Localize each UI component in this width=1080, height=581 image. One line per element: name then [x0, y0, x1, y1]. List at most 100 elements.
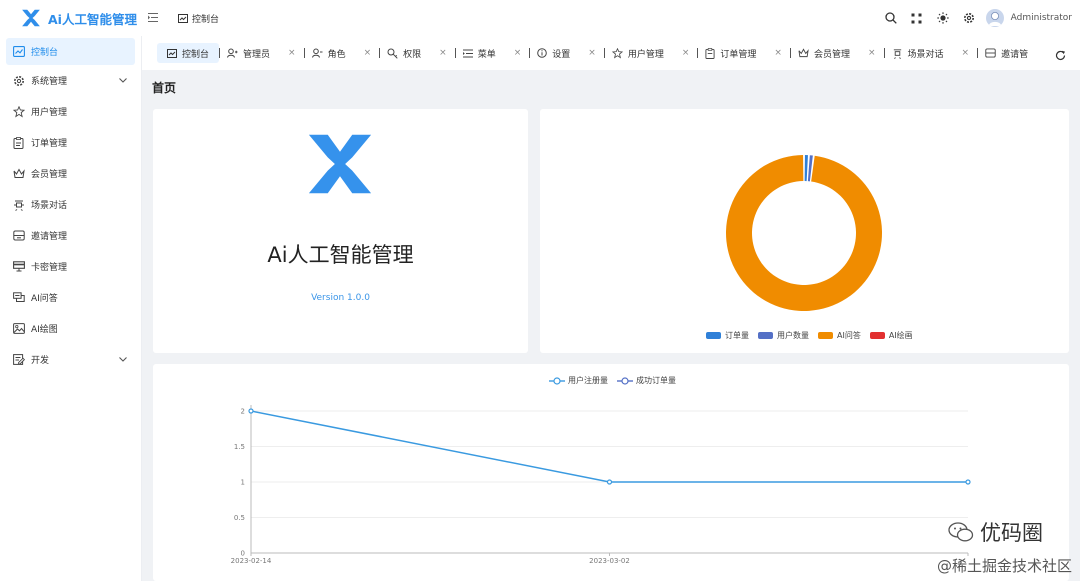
y-tick-label: 1.5: [234, 443, 245, 451]
gear-icon: [13, 75, 25, 87]
close-icon[interactable]: ×: [682, 48, 690, 58]
key-icon: [387, 48, 398, 59]
sidebar-item-label: 开发: [31, 356, 50, 366]
tab-bar: 控制台 管理员 × 角色 × 权限 × 菜单 × 设置 × 用户管理 × 订单管…: [142, 36, 1080, 70]
x-tick-label: 2023-03-02: [589, 557, 630, 565]
role-icon: [311, 48, 323, 58]
tab-label: 权限: [403, 49, 422, 60]
donut-chart: [726, 155, 882, 311]
tab-invites[interactable]: 邀请管: [977, 43, 1036, 63]
brand-name: Ai人工智能管理: [267, 243, 414, 267]
sidebar-item-system[interactable]: 系统管理: [0, 65, 141, 96]
tab-dashboard[interactable]: 控制台: [157, 43, 220, 63]
data-point[interactable]: [248, 408, 254, 414]
legend-item[interactable]: 订单量: [706, 330, 749, 341]
legend-swatch: [818, 332, 833, 339]
sidebar-item-cards[interactable]: 卡密管理: [0, 251, 141, 282]
donut-slice[interactable]: [726, 155, 882, 311]
sidebar-item-label: 邀请管理: [31, 232, 68, 242]
logo-area[interactable]: Ai人工智能管理: [0, 8, 142, 28]
close-icon[interactable]: ×: [774, 48, 782, 58]
legend-item[interactable]: 用户数量: [758, 330, 809, 341]
app-root: { "header": { "logo_text": "Ai人工智能管理", "…: [0, 0, 1080, 581]
fullscreen-icon[interactable]: [904, 5, 930, 31]
tab-settings[interactable]: 设置 ×: [529, 43, 604, 63]
y-tick-label: 2: [241, 408, 245, 416]
crown-icon: [798, 48, 809, 58]
legend-label: 订单量: [725, 331, 749, 340]
data-point[interactable]: [965, 479, 971, 485]
donut-slice[interactable]: [804, 155, 808, 182]
legend-label: AI问答: [837, 331, 861, 340]
sidebar-item-scenes[interactable]: 场景对话: [0, 189, 141, 220]
sidebar-item-dashboard[interactable]: 控制台: [6, 38, 135, 65]
tab-scenes[interactable]: 场景对话 ×: [883, 43, 978, 63]
close-icon[interactable]: ×: [588, 48, 596, 58]
logo-icon: [20, 8, 42, 28]
refresh-icon[interactable]: [1055, 46, 1066, 65]
close-icon[interactable]: ×: [439, 48, 447, 58]
tab-users[interactable]: 用户管理 ×: [603, 43, 698, 63]
image-icon: [13, 322, 25, 335]
line-chart-card: 用户注册量 成功订单量 0 0.5 1 1.5 2 2023-02-14 2023-03-02: [153, 364, 1069, 581]
watermark-main: 优码圈: [948, 517, 1043, 547]
tab-label: 控制台: [182, 49, 210, 60]
tab-roles[interactable]: 角色 ×: [303, 43, 380, 63]
sidebar-item-ai-draw[interactable]: AI绘图: [0, 313, 141, 344]
top-header: Ai人工智能管理 控制台 Administrator: [0, 0, 1080, 36]
sidebar-item-users[interactable]: 用户管理: [0, 96, 141, 127]
sidebar-item-members[interactable]: 会员管理: [0, 158, 141, 189]
search-icon[interactable]: [878, 5, 904, 31]
tab-label: 场景对话: [907, 49, 944, 60]
close-icon[interactable]: ×: [364, 48, 372, 58]
sidebar-item-label: 系统管理: [31, 77, 68, 87]
tab-admins[interactable]: 管理员 ×: [219, 43, 304, 63]
legend-label: AI绘画: [888, 331, 913, 340]
donut-legend: 订单量 用户数量 AI问答 AI绘画: [706, 330, 922, 341]
user-icon: [13, 105, 25, 118]
tab-members[interactable]: 会员管理 ×: [789, 43, 884, 63]
settings-gear-icon[interactable]: [956, 5, 982, 31]
watermark-main-text: 优码圈: [980, 521, 1043, 545]
legend-item[interactable]: AI问答: [818, 330, 861, 341]
sidebar-item-ai-qa[interactable]: AI问答: [0, 282, 141, 313]
sidebar-item-dev[interactable]: 开发: [0, 344, 141, 375]
chat-icon: [13, 291, 25, 304]
tab-permissions[interactable]: 权限 ×: [379, 43, 455, 63]
legend-item[interactable]: AI绘画: [869, 330, 913, 341]
logo-text: Ai人工智能管理: [48, 11, 137, 27]
close-icon[interactable]: ×: [962, 48, 970, 58]
breadcrumb-label: 控制台: [192, 14, 220, 25]
dashboard-icon: [13, 45, 25, 58]
header-actions: Administrator: [878, 5, 1080, 31]
invite-icon: [985, 48, 996, 58]
close-icon[interactable]: ×: [868, 48, 876, 58]
sidebar-item-invites[interactable]: 邀请管理: [0, 220, 141, 251]
wechat-icon: [948, 522, 974, 542]
close-icon[interactable]: ×: [514, 48, 522, 58]
sidebar-item-label: AI绘图: [31, 325, 58, 335]
close-icon[interactable]: ×: [288, 48, 296, 58]
crown-icon: [13, 167, 25, 180]
sidebar-item-label: 用户管理: [31, 108, 68, 118]
tab-label: 邀请管: [1001, 49, 1029, 60]
page-title: 首页: [152, 81, 177, 95]
menu-fold-icon[interactable]: [148, 12, 164, 25]
user-menu[interactable]: Administrator: [985, 9, 1072, 27]
admin-user-icon: [227, 48, 238, 58]
brand-logo-icon: [303, 131, 377, 201]
tab-menu[interactable]: 菜单 ×: [454, 43, 530, 63]
tab-orders[interactable]: 订单管理 ×: [697, 43, 790, 63]
chevron-down-icon: [119, 355, 127, 365]
data-point[interactable]: [606, 479, 613, 485]
tab-label: 菜单: [477, 49, 496, 60]
username: Administrator: [1010, 13, 1072, 23]
brand-card: Ai人工智能管理 Version 1.0.0: [153, 109, 528, 353]
clipboard-icon: [13, 136, 25, 149]
theme-sun-icon[interactable]: [930, 5, 956, 31]
sidebar-item-orders[interactable]: 订单管理: [0, 127, 141, 158]
chevron-down-icon: [119, 76, 127, 86]
line-chart: 00.511.522023-02-14 2023-03-02: [231, 405, 971, 565]
tab-label: 会员管理: [813, 49, 850, 60]
menu-list-icon: [462, 49, 473, 58]
